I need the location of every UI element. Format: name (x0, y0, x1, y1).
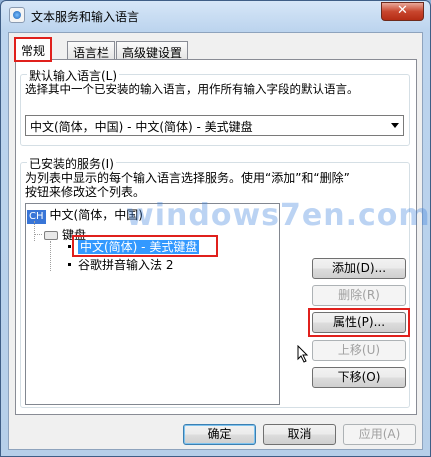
tree-connector (34, 221, 35, 241)
tab-advanced-key-settings[interactable]: 高级键设置 (116, 41, 189, 60)
tab-language-bar[interactable]: 语言栏 (67, 41, 116, 60)
keyboard-icon (44, 231, 58, 240)
tab-general[interactable]: 常规 (13, 37, 53, 62)
tree-service-label: 谷歌拼音输入法 2 (78, 258, 174, 272)
mouse-cursor-icon (297, 345, 309, 363)
services-tree[interactable]: CH 中文(简体，中国) 键盘 中文(简体) - 美式键盘 谷歌拼音输入法 2 (25, 203, 280, 405)
add-button[interactable]: 添加(D)... (312, 258, 406, 279)
default-language-value: 中文(简体，中国) - 中文(简体) - 美式键盘 (30, 120, 253, 134)
tree-connector (34, 234, 42, 235)
dialog-window: 文本服务和输入语言 ✕ 常规 语言栏 高级键设置 默认输入语言(L) 选择其中一… (0, 0, 431, 457)
cancel-button[interactable]: 取消 (263, 424, 336, 445)
remove-button[interactable]: 删除(R) (312, 285, 406, 306)
apply-button[interactable]: 应用(A) (343, 424, 416, 445)
bullet-icon (68, 245, 71, 248)
tree-connector (50, 241, 51, 271)
window-title: 文本服务和输入语言 (31, 10, 140, 24)
close-button[interactable]: ✕ (381, 2, 424, 21)
highlight-frame (308, 308, 410, 337)
default-language-group: 默认输入语言(L) 选择其中一个已安装的输入语言，用作所有输入字段的默认语言。 … (20, 67, 410, 146)
bullet-icon (68, 263, 71, 266)
language-badge: CH (27, 210, 46, 224)
app-globe-icon (9, 7, 25, 23)
dialog-client: 常规 语言栏 高级键设置 默认输入语言(L) 选择其中一个已安装的输入语言，用作… (8, 32, 430, 450)
watermark: windows7en.com (126, 198, 431, 233)
tree-service-item[interactable]: 谷歌拼音输入法 2 (78, 256, 173, 273)
title-bar[interactable]: 文本服务和输入语言 ✕ (1, 1, 430, 31)
highlight-frame (72, 235, 218, 257)
move-up-button[interactable]: 上移(U) (312, 340, 406, 361)
tab-panel-general: 默认输入语言(L) 选择其中一个已安装的输入语言，用作所有输入字段的默认语言。 … (15, 59, 430, 415)
move-down-button[interactable]: 下移(O) (312, 367, 406, 388)
default-language-description: 选择其中一个已安装的输入语言，用作所有输入字段的默认语言。 (25, 82, 359, 96)
ok-button[interactable]: 确定 (183, 424, 256, 445)
chevron-down-icon[interactable] (391, 123, 399, 128)
default-language-select[interactable]: 中文(简体，中国) - 中文(简体) - 美式键盘 (25, 115, 404, 136)
